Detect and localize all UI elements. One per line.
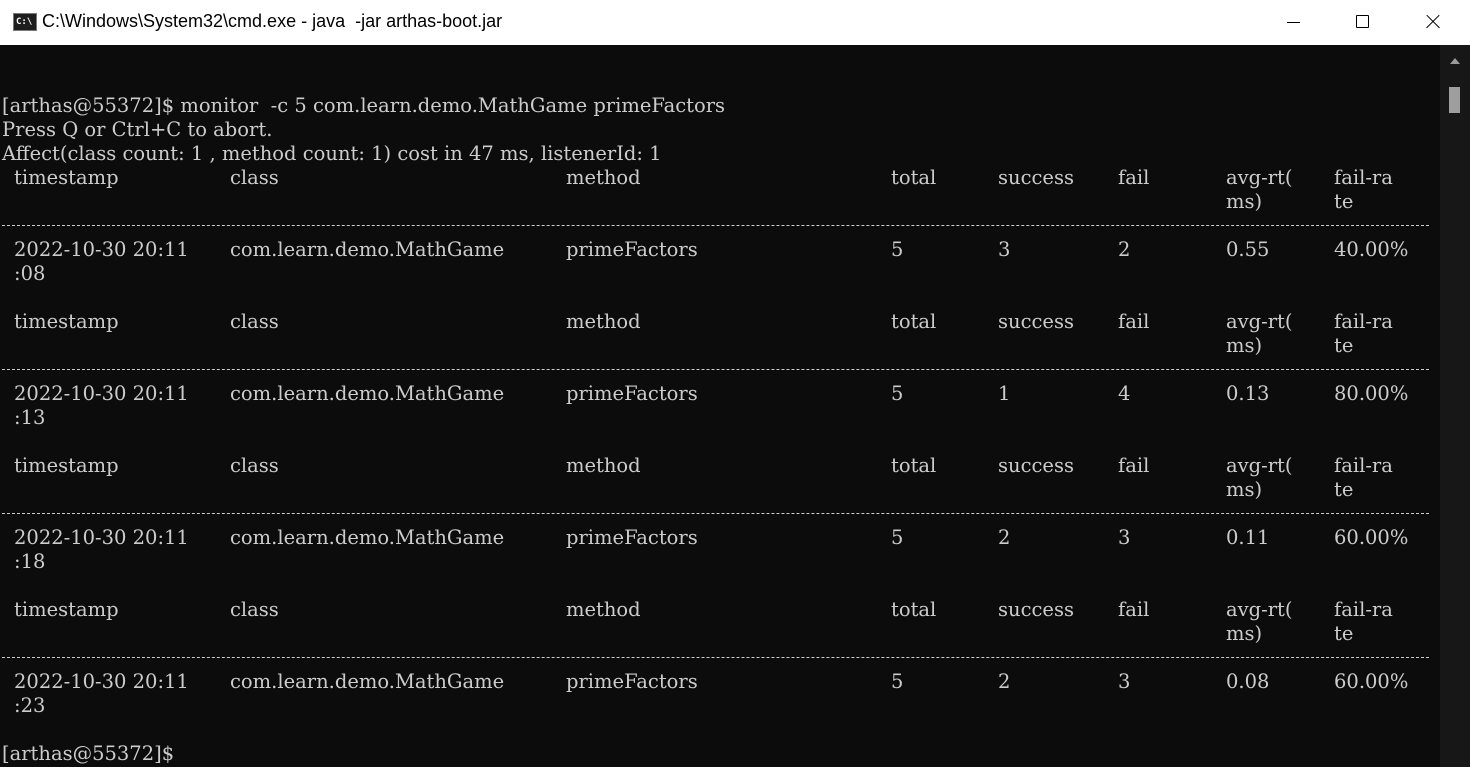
header-method: method — [566, 454, 641, 477]
header-fail: fail — [1118, 310, 1150, 333]
scrollbar-thumb[interactable] — [1449, 87, 1460, 113]
row-avg-rt: 0.11 — [1226, 526, 1270, 549]
console-output[interactable]: [arthas@55372]$ monitor -c 5 com.learn.d… — [0, 45, 1440, 767]
abort-hint: Press Q or Ctrl+C to abort. — [2, 118, 273, 141]
header-class: class — [230, 598, 279, 621]
prompt: [arthas@55372]$ — [2, 742, 175, 765]
row-method: primeFactors — [566, 382, 698, 405]
header-wrap-avg-rt: ms) — [1226, 622, 1263, 645]
header-fail: fail — [1118, 454, 1150, 477]
row-timestamp: 2022-10-30 20:11 — [14, 382, 189, 405]
table-divider — [2, 369, 1429, 370]
vertical-scrollbar[interactable] — [1440, 45, 1470, 767]
header-total: total — [891, 310, 937, 333]
row-success: 1 — [998, 382, 1011, 405]
row-method: primeFactors — [566, 526, 698, 549]
header-method: method — [566, 310, 641, 333]
cmd-icon[interactable]: C:\ — [13, 13, 37, 31]
header-class: class — [230, 166, 279, 189]
row-timestamp: 2022-10-30 20:11 — [14, 670, 189, 693]
row-method: primeFactors — [566, 238, 698, 261]
header-success: success — [998, 166, 1074, 189]
row-total: 5 — [891, 238, 904, 261]
header-timestamp: timestamp — [14, 454, 119, 477]
title-bar[interactable]: C:\ C:\Windows\System32\cmd.exe - java -… — [0, 0, 1470, 45]
row-timestamp-wrap: :18 — [14, 550, 46, 573]
header-fail-rate: fail-ra — [1334, 598, 1393, 621]
row-timestamp-wrap: :23 — [14, 694, 46, 717]
affect-line: Affect(class count: 1 , method count: 1)… — [2, 142, 662, 165]
row-avg-rt: 0.55 — [1226, 238, 1270, 261]
row-avg-rt: 0.13 — [1226, 382, 1270, 405]
header-total: total — [891, 166, 937, 189]
header-total: total — [891, 454, 937, 477]
header-fail-rate: fail-ra — [1334, 454, 1393, 477]
row-total: 5 — [891, 526, 904, 549]
header-total: total — [891, 598, 937, 621]
header-timestamp: timestamp — [14, 310, 119, 333]
row-avg-rt: 0.08 — [1226, 670, 1270, 693]
header-avg-rt: avg-rt( — [1226, 166, 1293, 189]
row-timestamp-wrap: :08 — [14, 262, 46, 285]
header-fail-rate: fail-ra — [1334, 310, 1393, 333]
header-success: success — [998, 454, 1074, 477]
row-fail-rate: 60.00% — [1334, 670, 1409, 693]
header-avg-rt: avg-rt( — [1226, 454, 1293, 477]
minimize-button[interactable] — [1257, 0, 1327, 45]
header-timestamp: timestamp — [14, 598, 119, 621]
row-class: com.learn.demo.MathGame — [230, 238, 505, 261]
row-success: 2 — [998, 670, 1011, 693]
window-title: C:\Windows\System32\cmd.exe - java -jar … — [42, 11, 503, 31]
minimize-icon — [1287, 22, 1300, 23]
header-avg-rt: avg-rt( — [1226, 310, 1293, 333]
command-line: [arthas@55372]$ monitor -c 5 com.learn.d… — [2, 94, 726, 117]
table-divider — [2, 225, 1429, 226]
table-divider — [2, 657, 1429, 658]
row-fail-rate: 80.00% — [1334, 382, 1409, 405]
header-wrap-fail-rate: te — [1334, 190, 1354, 213]
maximize-button[interactable] — [1327, 0, 1397, 45]
close-button[interactable] — [1398, 0, 1468, 45]
row-total: 5 — [891, 382, 904, 405]
row-timestamp: 2022-10-30 20:11 — [14, 238, 189, 261]
row-fail: 4 — [1118, 382, 1131, 405]
row-total: 5 — [891, 670, 904, 693]
header-fail-rate: fail-ra — [1334, 166, 1393, 189]
maximize-icon — [1356, 15, 1369, 28]
row-class: com.learn.demo.MathGame — [230, 670, 505, 693]
row-fail-rate: 40.00% — [1334, 238, 1409, 261]
row-timestamp-wrap: :13 — [14, 406, 46, 429]
header-success: success — [998, 310, 1074, 333]
header-success: success — [998, 598, 1074, 621]
header-class: class — [230, 310, 279, 333]
row-fail: 2 — [1118, 238, 1131, 261]
header-method: method — [566, 598, 641, 621]
row-fail: 3 — [1118, 526, 1131, 549]
header-wrap-fail-rate: te — [1334, 478, 1354, 501]
header-wrap-fail-rate: te — [1334, 622, 1354, 645]
row-success: 3 — [998, 238, 1011, 261]
close-icon — [1425, 14, 1441, 30]
row-class: com.learn.demo.MathGame — [230, 526, 505, 549]
header-method: method — [566, 166, 641, 189]
header-wrap-avg-rt: ms) — [1226, 478, 1263, 501]
header-wrap-avg-rt: ms) — [1226, 334, 1263, 357]
header-wrap-avg-rt: ms) — [1226, 190, 1263, 213]
header-wrap-fail-rate: te — [1334, 334, 1354, 357]
header-fail: fail — [1118, 166, 1150, 189]
header-timestamp: timestamp — [14, 166, 119, 189]
table-divider — [2, 513, 1429, 514]
row-success: 2 — [998, 526, 1011, 549]
header-avg-rt: avg-rt( — [1226, 598, 1293, 621]
row-method: primeFactors — [566, 670, 698, 693]
row-fail: 3 — [1118, 670, 1131, 693]
header-class: class — [230, 454, 279, 477]
row-fail-rate: 60.00% — [1334, 526, 1409, 549]
header-fail: fail — [1118, 598, 1150, 621]
scroll-up-arrow-icon[interactable] — [1450, 58, 1460, 64]
row-class: com.learn.demo.MathGame — [230, 382, 505, 405]
row-timestamp: 2022-10-30 20:11 — [14, 526, 189, 549]
